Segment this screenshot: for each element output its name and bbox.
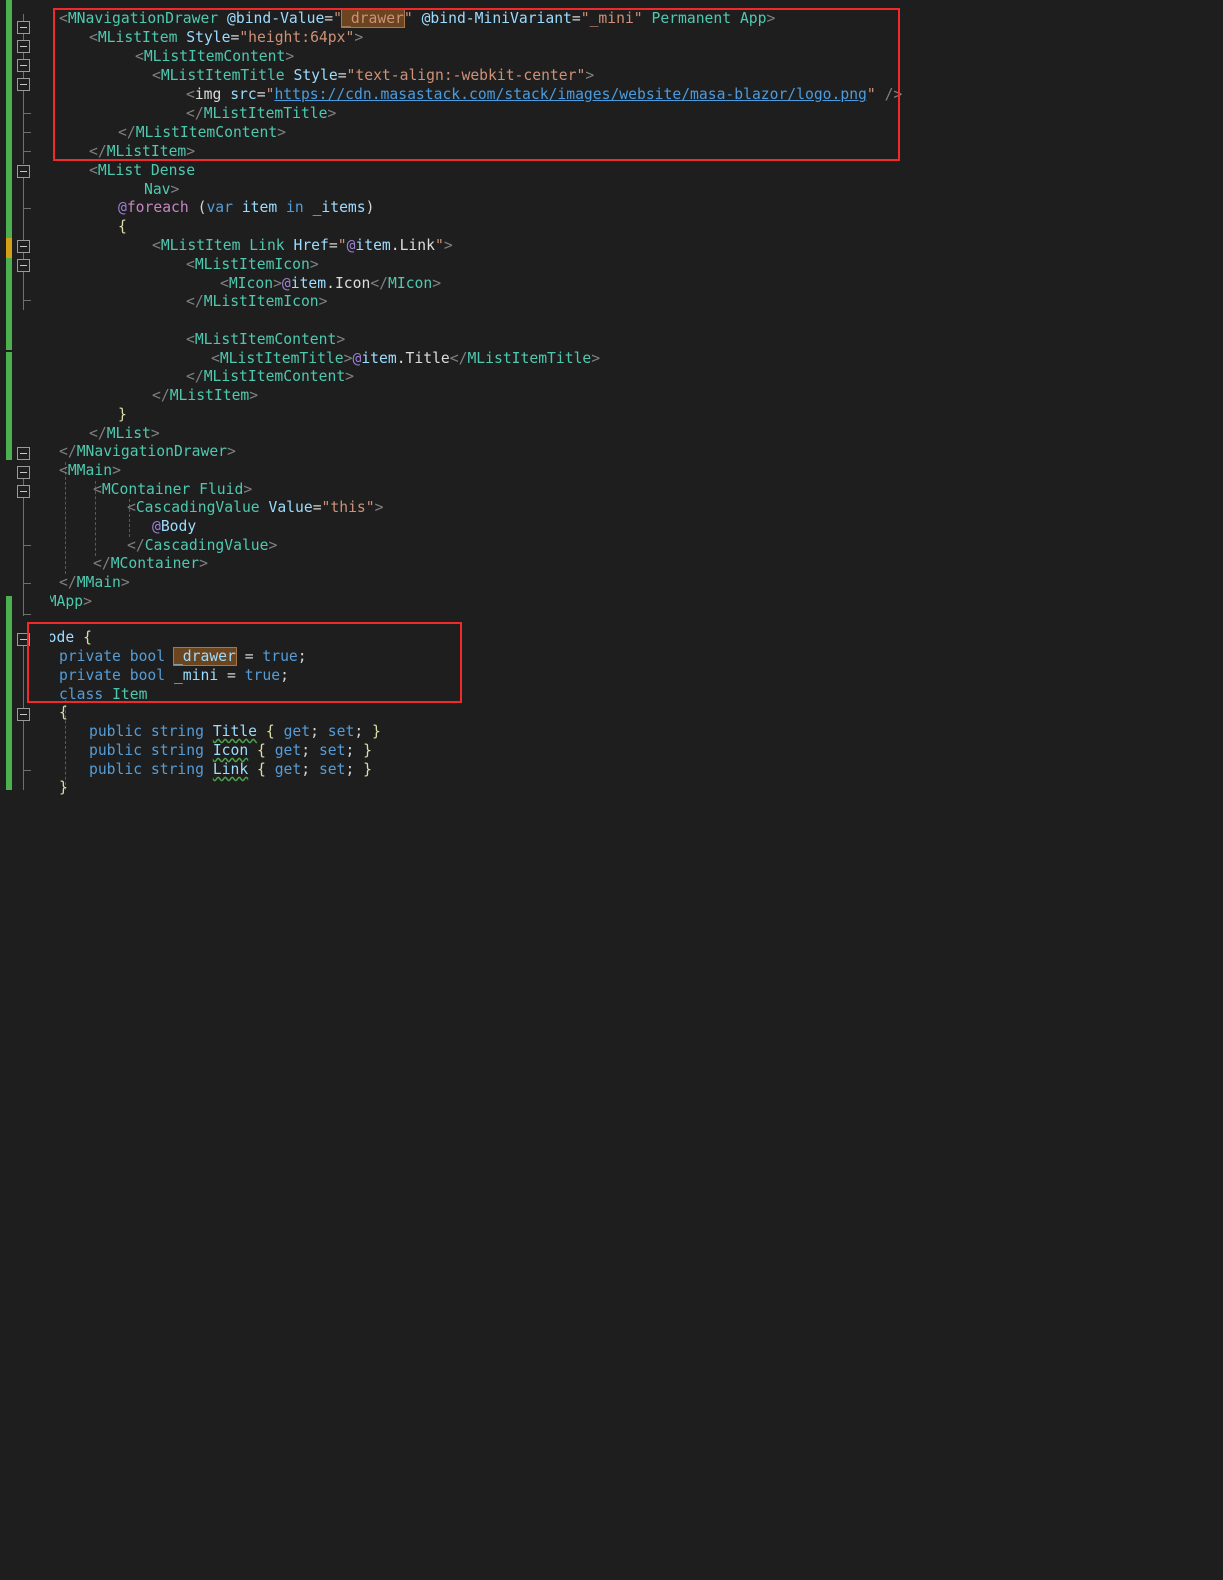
change-bar-added	[6, 596, 12, 790]
change-bar-modified	[6, 238, 12, 258]
editor-gutter[interactable]	[0, 0, 50, 790]
code-line[interactable]: </MListItemContent>	[0, 368, 354, 387]
fold-toggle-icon[interactable]	[17, 259, 30, 272]
fold-range-end-tick	[23, 208, 31, 209]
code-editor-surface[interactable]: <MNavigationDrawer @bind-Value="_drawer"…	[0, 0, 1223, 790]
code-text-layer[interactable]: <MNavigationDrawer @bind-Value="_drawer"…	[0, 0, 1223, 790]
image-url-link[interactable]: https://cdn.masastack.com/stack/images/w…	[274, 86, 866, 103]
fold-range-end-tick	[23, 151, 31, 152]
fold-toggle-icon[interactable]	[17, 240, 30, 253]
code-line[interactable]: <MListItem Link Href="@item.Link">	[0, 237, 453, 256]
fold-toggle-icon[interactable]	[17, 633, 30, 646]
code-line[interactable]: <img src="https://cdn.masastack.com/stac…	[0, 86, 902, 105]
property-icon[interactable]: Icon	[213, 742, 248, 759]
code-line[interactable]: public string Title { get; set; }	[0, 723, 381, 742]
fold-toggle-icon[interactable]	[17, 21, 30, 34]
code-line[interactable]: <MListItemTitle>@item.Title</MListItemTi…	[0, 350, 600, 369]
code-line[interactable]: <MListItemTitle Style="text-align:-webki…	[0, 67, 594, 86]
fold-range-end-tick	[23, 770, 31, 771]
fold-toggle-icon[interactable]	[17, 485, 30, 498]
code-line[interactable]: <MNavigationDrawer @bind-Value="_drawer"…	[0, 10, 775, 29]
code-line[interactable]: <MListItemContent>	[0, 331, 345, 350]
fold-toggle-icon[interactable]	[17, 165, 30, 178]
code-line[interactable]: <MListItem Style="height:64px">	[0, 29, 363, 48]
fold-toggle-icon[interactable]	[17, 466, 30, 479]
fold-toggle-icon[interactable]	[17, 708, 30, 721]
fold-toggle-icon[interactable]	[17, 78, 30, 91]
fold-toggle-icon[interactable]	[17, 40, 30, 53]
change-bar-added	[6, 258, 12, 350]
fold-range-end-tick	[23, 113, 31, 114]
change-bar-added	[6, 0, 12, 238]
fold-range-end-tick	[23, 583, 31, 584]
code-line[interactable]: public string Icon { get; set; }	[0, 742, 372, 761]
fold-range-end-tick	[23, 132, 31, 133]
fold-range-end-tick	[23, 614, 31, 615]
fold-toggle-icon[interactable]	[17, 59, 30, 72]
fold-range-end-tick	[23, 300, 31, 301]
code-line[interactable]: <MIcon>@item.Icon</MIcon>	[0, 275, 441, 294]
code-line[interactable]: </MListItemTitle>	[0, 105, 336, 124]
change-bar-added	[6, 352, 12, 460]
code-line[interactable]: @foreach (var item in _items)	[0, 199, 374, 218]
property-link[interactable]: Link	[213, 761, 248, 778]
fold-toggle-icon[interactable]	[17, 447, 30, 460]
property-title[interactable]: Title	[213, 723, 257, 740]
code-line[interactable]: <CascadingValue Value="this">	[0, 499, 383, 518]
fold-range-end-tick	[23, 545, 31, 546]
code-line[interactable]: public string Link { get; set; }	[0, 761, 372, 780]
